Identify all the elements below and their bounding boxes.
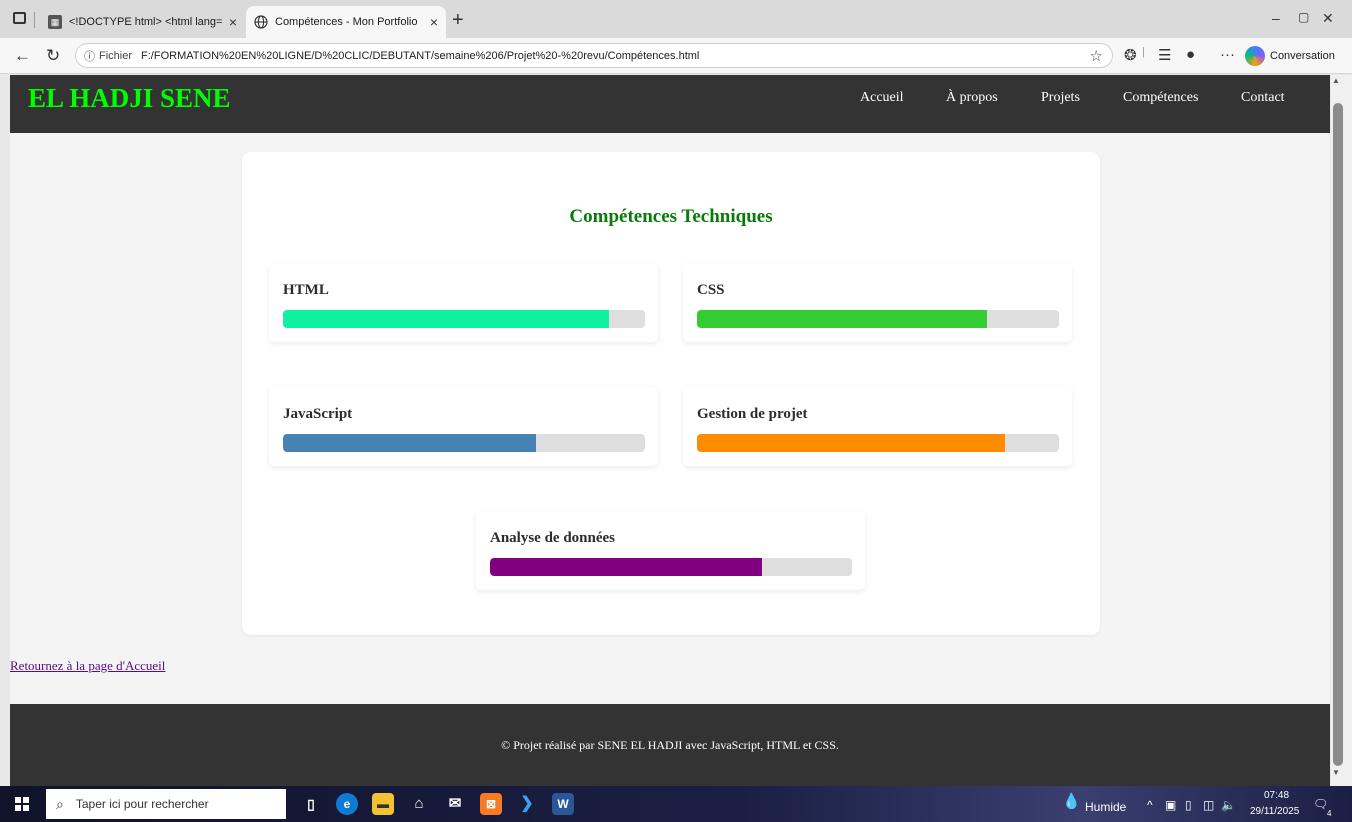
- skill-analyse-de-donnees: Analyse de données: [476, 511, 865, 590]
- divider: |: [1142, 46, 1145, 58]
- windows-start-icon[interactable]: [15, 797, 29, 811]
- profile-avatar-icon[interactable]: ●: [1186, 46, 1195, 63]
- skill-name: Gestion de projet: [697, 406, 808, 422]
- code-icon: ▦: [48, 15, 62, 29]
- tab-strip: ▦ <!DOCTYPE html> <html lang="f × Compét…: [0, 0, 1352, 38]
- back-arrow-icon[interactable]: ←: [14, 46, 31, 66]
- skill-progress-track: [490, 558, 852, 576]
- skill-html: HTML: [269, 263, 658, 342]
- mail-icon[interactable]: ✉: [444, 793, 466, 815]
- skill-javascript: JavaScript: [269, 387, 658, 466]
- nav-accueil[interactable]: Accueil: [860, 90, 904, 106]
- skill-progress-track: [283, 434, 645, 452]
- refresh-icon[interactable]: ↻: [46, 46, 60, 66]
- copilot-label: Conversation: [1270, 50, 1335, 62]
- scrollbar-thumb[interactable]: [1333, 103, 1343, 766]
- skill-name: HTML: [283, 282, 329, 298]
- store-icon[interactable]: ⌂: [408, 793, 430, 815]
- sidebar-toggle-icon[interactable]: [13, 12, 26, 24]
- taskbar-search[interactable]: ⌕ Taper ici pour rechercher: [46, 789, 286, 819]
- notifications-icon[interactable]: 🗨: [1313, 797, 1328, 811]
- skill-progress-fill: [283, 310, 609, 328]
- tab-title: <!DOCTYPE html> <html lang="f: [69, 16, 223, 28]
- tab-title: Compétences - Mon Portfolio: [275, 16, 418, 28]
- favorite-star-icon[interactable]: ☆: [1090, 47, 1103, 65]
- battery-icon[interactable]: ▯: [1185, 798, 1192, 812]
- skill-progress-track: [697, 434, 1059, 452]
- task-view-icon[interactable]: ▯: [300, 793, 322, 815]
- skill-name: CSS: [697, 282, 725, 298]
- extensions-icon[interactable]: ❂: [1124, 46, 1137, 64]
- skill-progress-fill: [697, 434, 1005, 452]
- divider: [34, 12, 35, 28]
- word-icon[interactable]: W: [552, 793, 574, 815]
- site-info-label[interactable]: Fichier: [99, 50, 132, 62]
- nav-contact[interactable]: Contact: [1241, 90, 1285, 106]
- site-header: EL HADJI SENE Accueil À propos Projets C…: [10, 75, 1330, 133]
- minimize-icon[interactable]: –: [1272, 10, 1280, 26]
- edge-browser-icon[interactable]: e: [336, 793, 358, 815]
- browser-tab-source[interactable]: ▦ <!DOCTYPE html> <html lang="f ×: [40, 6, 245, 38]
- clock-date[interactable]: 29/11/2025: [1250, 806, 1299, 817]
- taskbar-search-placeholder: Taper ici pour rechercher: [75, 797, 209, 811]
- new-tab-icon[interactable]: +: [452, 9, 464, 32]
- address-field[interactable]: ⓘ Fichier F:/FORMATION%20EN%20LIGNE/D%20…: [75, 43, 1113, 68]
- nav-competences[interactable]: Compétences: [1123, 90, 1198, 106]
- url-text[interactable]: F:/FORMATION%20EN%20LIGNE/D%20CLIC/DEBUT…: [141, 50, 1090, 62]
- scroll-up-icon[interactable]: ▲: [1332, 76, 1340, 85]
- vscode-icon[interactable]: ❯: [516, 793, 538, 815]
- favorites-icon[interactable]: ☰: [1158, 46, 1171, 64]
- globe-icon: [254, 15, 268, 29]
- nav-a-propos[interactable]: À propos: [946, 90, 998, 106]
- close-tab-icon[interactable]: ×: [229, 14, 237, 30]
- tray-overflow-icon[interactable]: ^: [1147, 798, 1153, 812]
- nav-projets[interactable]: Projets: [1041, 90, 1080, 106]
- weather-icon[interactable]: 💧: [1062, 792, 1081, 810]
- skill-progress-fill: [697, 310, 987, 328]
- copilot-icon: [1245, 46, 1265, 66]
- skill-css: CSS: [683, 263, 1072, 342]
- browser-tab-active[interactable]: Compétences - Mon Portfolio ×: [246, 6, 446, 38]
- back-to-home-link[interactable]: Retournez à la page d'Accueil: [10, 658, 165, 674]
- skill-name: Analyse de données: [490, 530, 616, 546]
- tray-app-icon[interactable]: ▣: [1165, 798, 1176, 812]
- file-explorer-icon[interactable]: ▬: [372, 793, 394, 815]
- restore-icon[interactable]: ▢: [1298, 10, 1309, 24]
- xampp-icon[interactable]: ⊠: [480, 793, 502, 815]
- scroll-down-icon[interactable]: ▼: [1332, 768, 1340, 777]
- more-options-icon[interactable]: ···: [1220, 46, 1235, 63]
- clock-time[interactable]: 07:48: [1264, 790, 1289, 801]
- skill-name: JavaScript: [283, 406, 353, 422]
- info-icon[interactable]: ⓘ: [84, 48, 95, 64]
- skill-progress-fill: [283, 434, 537, 452]
- copilot-button[interactable]: Conversation: [1245, 45, 1335, 67]
- close-window-icon[interactable]: ✕: [1322, 10, 1334, 27]
- address-toolbar: ← ↻ ⓘ Fichier F:/FORMATION%20EN%20LIGNE/…: [0, 38, 1352, 74]
- search-icon: ⌕: [56, 795, 64, 812]
- weather-label[interactable]: Humide: [1085, 800, 1126, 814]
- skill-progress-track: [283, 310, 645, 328]
- site-logo: EL HADJI SENE: [28, 83, 231, 113]
- skill-progress-fill: [490, 558, 762, 576]
- page-viewport: EL HADJI SENE Accueil À propos Projets C…: [10, 75, 1330, 786]
- close-tab-icon[interactable]: ×: [430, 14, 438, 30]
- skill-progress-track: [697, 310, 1059, 328]
- footer-text: © Projet réalisé par SENE EL HADJI avec …: [501, 738, 839, 752]
- volume-icon[interactable]: 🔈: [1221, 798, 1236, 812]
- site-footer: © Projet réalisé par SENE EL HADJI avec …: [10, 704, 1330, 786]
- skills-card: Compétences Techniques HTML CSS JavaScri…: [242, 152, 1100, 635]
- skill-gestion-de-projet: Gestion de projet: [683, 387, 1072, 466]
- notification-count: 4: [1327, 809, 1332, 818]
- section-title: Compétences Techniques: [569, 206, 773, 227]
- network-icon[interactable]: ◫: [1203, 798, 1214, 812]
